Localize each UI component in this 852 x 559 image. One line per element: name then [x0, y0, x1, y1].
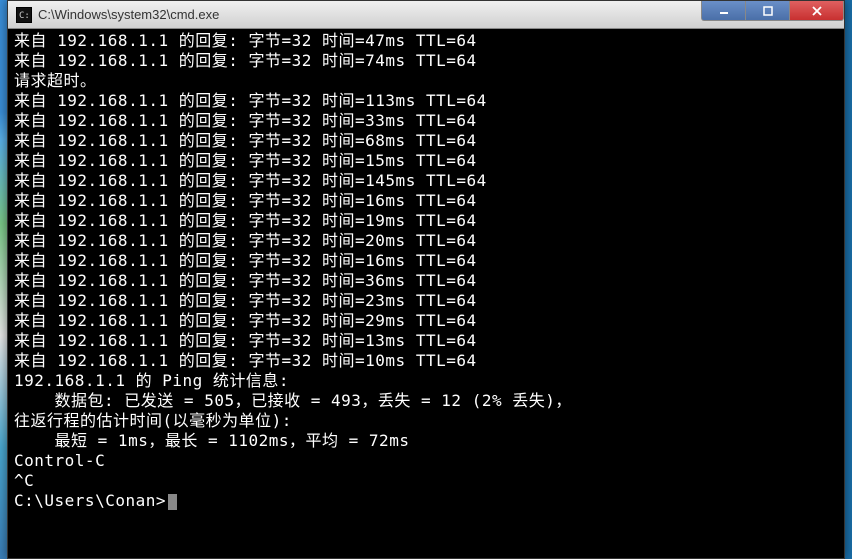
prompt-line[interactable]: C:\Users\Conan>	[14, 491, 838, 511]
desktop-background-strip	[0, 0, 7, 559]
terminal-line: 来自 192.168.1.1 的回复: 字节=32 时间=13ms TTL=64	[14, 331, 838, 351]
close-button[interactable]	[789, 1, 844, 21]
terminal-line: 来自 192.168.1.1 的回复: 字节=32 时间=16ms TTL=64	[14, 191, 838, 211]
window-controls	[702, 1, 844, 28]
terminal-line: 192.168.1.1 的 Ping 统计信息:	[14, 371, 838, 391]
terminal-line: 最短 = 1ms，最长 = 1102ms，平均 = 72ms	[14, 431, 838, 451]
terminal-line: 来自 192.168.1.1 的回复: 字节=32 时间=10ms TTL=64	[14, 351, 838, 371]
cursor	[168, 494, 177, 510]
terminal-line: 来自 192.168.1.1 的回复: 字节=32 时间=47ms TTL=64	[14, 31, 838, 51]
terminal-line: Control-C	[14, 451, 838, 471]
terminal-line: 来自 192.168.1.1 的回复: 字节=32 时间=33ms TTL=64	[14, 111, 838, 131]
maximize-button[interactable]	[745, 1, 790, 21]
terminal-line: 数据包: 已发送 = 505，已接收 = 493，丢失 = 12 (2% 丢失)…	[14, 391, 838, 411]
titlebar[interactable]: C: C:\Windows\system32\cmd.exe	[8, 1, 844, 29]
terminal-line: 来自 192.168.1.1 的回复: 字节=32 时间=68ms TTL=64	[14, 131, 838, 151]
terminal-line: ^C	[14, 471, 838, 491]
terminal-line: 来自 192.168.1.1 的回复: 字节=32 时间=145ms TTL=6…	[14, 171, 838, 191]
cmd-icon: C:	[16, 7, 32, 23]
terminal-line: 来自 192.168.1.1 的回复: 字节=32 时间=20ms TTL=64	[14, 231, 838, 251]
terminal-line: 来自 192.168.1.1 的回复: 字节=32 时间=36ms TTL=64	[14, 271, 838, 291]
terminal-line: 来自 192.168.1.1 的回复: 字节=32 时间=16ms TTL=64	[14, 251, 838, 271]
minimize-button[interactable]	[701, 1, 746, 21]
terminal-line: 来自 192.168.1.1 的回复: 字节=32 时间=29ms TTL=64	[14, 311, 838, 331]
terminal-line: 来自 192.168.1.1 的回复: 字节=32 时间=74ms TTL=64	[14, 51, 838, 71]
terminal-line: 来自 192.168.1.1 的回复: 字节=32 时间=113ms TTL=6…	[14, 91, 838, 111]
terminal-line: 来自 192.168.1.1 的回复: 字节=32 时间=19ms TTL=64	[14, 211, 838, 231]
terminal-line: 来自 192.168.1.1 的回复: 字节=32 时间=15ms TTL=64	[14, 151, 838, 171]
svg-text:C:: C:	[19, 11, 30, 21]
terminal-line: 请求超时。	[14, 71, 838, 91]
terminal-output[interactable]: 来自 192.168.1.1 的回复: 字节=32 时间=47ms TTL=64…	[8, 29, 844, 558]
terminal-line: 往返行程的估计时间(以毫秒为单位):	[14, 411, 838, 431]
cmd-window: C: C:\Windows\system32\cmd.exe 来自 192.16…	[7, 0, 845, 559]
terminal-line: 来自 192.168.1.1 的回复: 字节=32 时间=23ms TTL=64	[14, 291, 838, 311]
window-title: C:\Windows\system32\cmd.exe	[38, 7, 702, 22]
